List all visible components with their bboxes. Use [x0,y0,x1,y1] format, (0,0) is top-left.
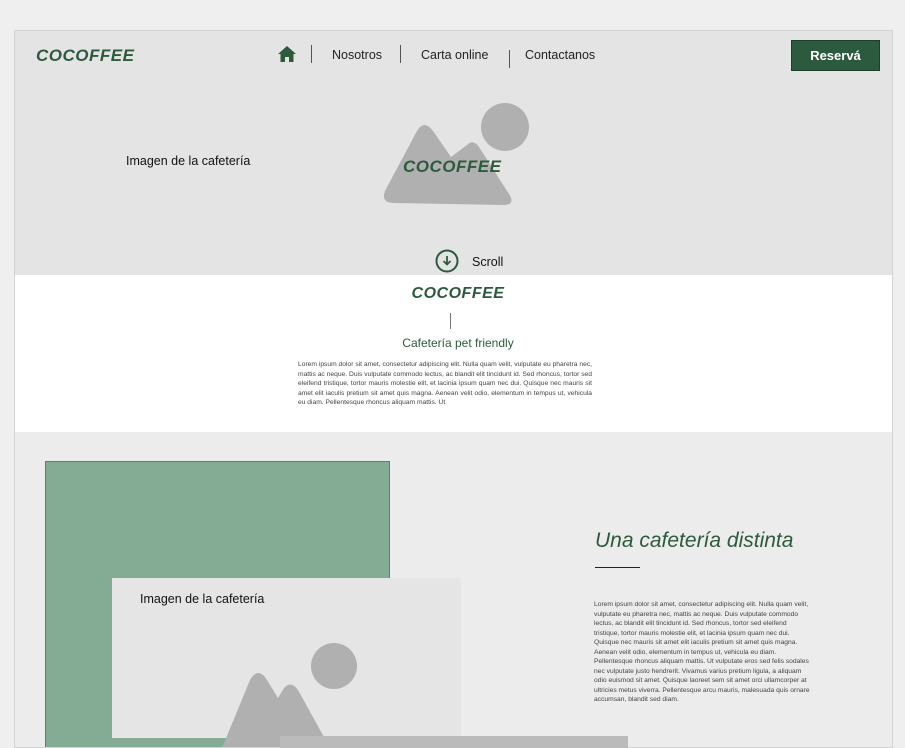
intro-subtitle: Cafetería pet friendly [402,336,514,350]
nav-link-nosotros[interactable]: Nosotros [332,48,382,62]
nav-link-carta-online[interactable]: Carta online [421,48,488,62]
intro-title: COCOFFEE [411,285,505,302]
nav-separator [509,50,510,68]
site-logo[interactable]: COCOFFEE [36,46,134,66]
hero-title: COCOFFEE [403,157,502,176]
page-frame: COCOFFEE Nosotros Carta online Contactan… [14,30,893,748]
divider [450,313,451,329]
scroll-label[interactable]: Scroll [472,255,503,269]
intro-paragraph: Lorem ipsum dolor sit amet, consectetur … [298,361,592,406]
feature-image-card: Imagen de la cafetería [112,578,461,747]
feature-image-caption: Imagen de la cafetería [140,592,265,606]
nav-separator [311,45,312,63]
feature-section: Imagen de la cafetería Una cafetería dis… [15,432,892,747]
hero-image-caption: Imagen de la cafetería [126,154,251,168]
horizontal-scrollbar[interactable] [280,736,628,748]
image-placeholder-icon [222,643,357,747]
hero-section: COCOFFEE Nosotros Carta online Contactan… [15,31,892,275]
reserve-button[interactable]: Reservá [791,40,880,71]
divider [595,567,640,568]
feature-paragraph: Lorem ipsum dolor sit amet, consectetur … [594,601,810,703]
nav-separator [400,45,401,63]
image-placeholder-icon [383,103,529,205]
arrow-down-circle-icon[interactable] [435,249,459,273]
nav-link-contactanos[interactable]: Contactanos [525,48,595,62]
intro-section: COCOFFEE Cafetería pet friendly Lorem ip… [15,275,892,432]
home-icon[interactable] [277,45,297,63]
feature-title: Una cafetería distinta [595,529,794,552]
